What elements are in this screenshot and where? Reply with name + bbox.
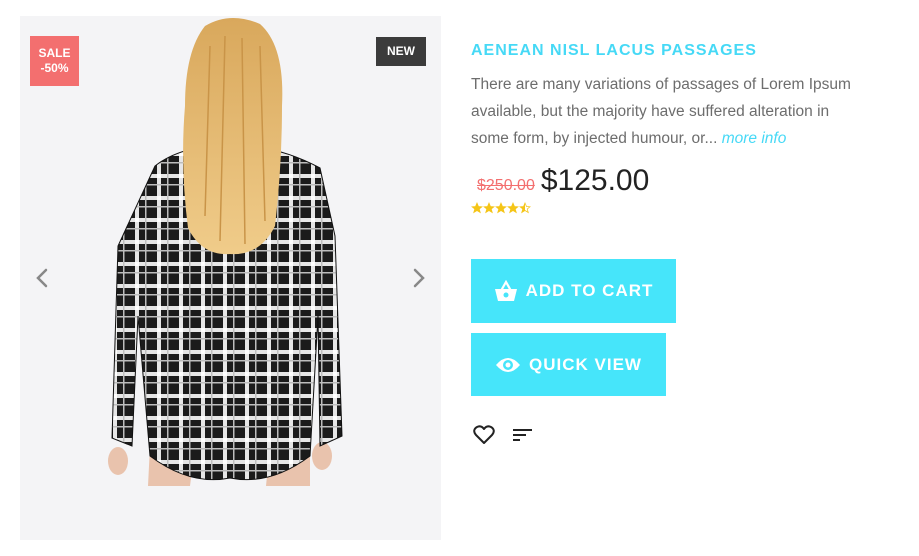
eye-icon: [496, 357, 521, 372]
product-photo: [108, 17, 343, 486]
price-block: $250.00 $125.00: [471, 164, 901, 198]
product-title[interactable]: AENEAN NISL LACUS PASSAGES: [471, 40, 901, 62]
gallery-next-button[interactable]: [407, 264, 431, 292]
basket-icon: [494, 280, 517, 301]
current-price: $125.00: [540, 164, 650, 197]
sort-lines-icon: [513, 429, 532, 441]
add-to-cart-label: ADD TO CART: [525, 281, 654, 300]
quick-view-label: QUICK VIEW: [529, 354, 642, 374]
rating-stars: [471, 202, 901, 214]
star-icon: [471, 202, 483, 214]
new-badge: NEW: [376, 37, 426, 66]
sale-badge: SALE -50%: [30, 36, 79, 86]
star-icon: [519, 202, 531, 214]
chevron-left-icon: [36, 268, 48, 288]
product-description-text: There are many variations of passages of…: [471, 76, 851, 147]
star-icon: [507, 202, 519, 214]
product-gallery: SALE -50% NEW: [20, 16, 441, 540]
add-to-cart-button[interactable]: ADD TO CART: [471, 259, 676, 323]
product-info: AENEAN NISL LACUS PASSAGES There are man…: [471, 40, 901, 214]
heart-icon: [473, 425, 495, 444]
star-icon: [483, 202, 495, 214]
gallery-prev-button[interactable]: [30, 264, 54, 292]
chevron-right-icon: [413, 268, 425, 288]
star-icon: [495, 202, 507, 214]
sale-badge-label: SALE: [38, 46, 71, 60]
quick-view-button[interactable]: QUICK VIEW: [471, 333, 666, 396]
product-description: There are many variations of passages of…: [471, 71, 871, 152]
wishlist-button[interactable]: [473, 425, 495, 445]
old-price: $250.00: [477, 177, 535, 194]
sale-badge-discount: -50%: [40, 61, 69, 75]
compare-button[interactable]: [513, 427, 533, 443]
secondary-actions: [473, 425, 533, 445]
more-info-link[interactable]: more info: [722, 130, 787, 147]
